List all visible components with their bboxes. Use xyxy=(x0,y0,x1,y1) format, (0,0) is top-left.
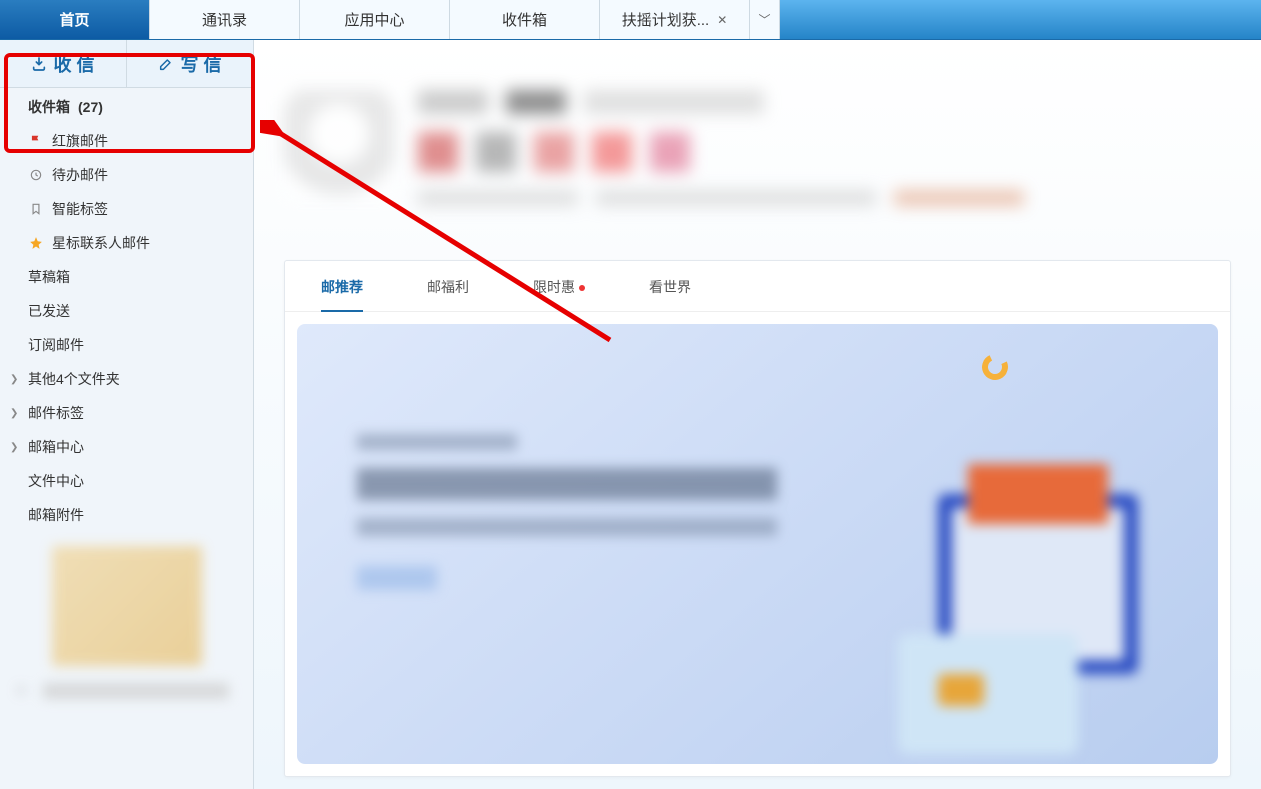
profile-header-blurred xyxy=(284,90,1231,240)
bookmark-icon xyxy=(28,201,44,217)
folder-label: 草稿箱 xyxy=(28,267,70,287)
tab-label: 扶摇计划获... xyxy=(622,9,710,30)
folder-label: 已发送 xyxy=(28,301,70,321)
folder-label: 其他4个文件夹 xyxy=(28,369,120,389)
promo-banner[interactable] xyxy=(297,324,1218,764)
notification-dot-icon xyxy=(579,285,585,291)
folder-label: 智能标签 xyxy=(52,199,108,219)
tab-fuyao[interactable]: 扶摇计划获... ✕ xyxy=(600,0,750,39)
folder-label: 星标联系人邮件 xyxy=(52,233,150,253)
ctab-limited[interactable]: 限时惠 xyxy=(533,277,585,311)
folder-file-center[interactable]: 文件中心 xyxy=(0,464,253,498)
folder-label: 待办邮件 xyxy=(52,165,108,185)
tab-label: 收件箱 xyxy=(502,9,547,30)
tab-label: 通讯录 xyxy=(202,9,247,30)
chevron-right-icon: ❯ xyxy=(10,442,18,453)
star-icon xyxy=(28,235,44,251)
ctab-recommend[interactable]: 邮推荐 xyxy=(321,277,363,311)
folder-label: 订阅邮件 xyxy=(28,335,84,355)
folder-list: 收件箱 (27) 红旗邮件 待办邮件 智能标签 xyxy=(0,88,253,532)
folder-sent[interactable]: 已发送 xyxy=(0,294,253,328)
main-content: 邮推荐 邮福利 限时惠 看世界 xyxy=(254,40,1261,789)
folder-smart-tags[interactable]: 智能标签 xyxy=(0,192,253,226)
ctab-label: 邮福利 xyxy=(427,279,469,295)
compose-label: 写 信 xyxy=(180,51,221,77)
sidebar: 收 信 写 信 收件箱 (27) 红旗邮件 xyxy=(0,40,254,789)
content-tabs: 邮推荐 邮福利 限时惠 看世界 xyxy=(285,261,1230,312)
download-icon xyxy=(31,56,47,72)
ctab-world[interactable]: 看世界 xyxy=(649,277,691,311)
receive-label: 收 信 xyxy=(53,51,94,77)
ctab-label: 限时惠 xyxy=(533,279,575,295)
folder-subscriptions[interactable]: 订阅邮件 xyxy=(0,328,253,362)
tab-contacts[interactable]: 通讯录 xyxy=(150,0,300,39)
tab-label: 应用中心 xyxy=(344,9,404,30)
tabs-more-button[interactable]: ﹀ xyxy=(750,0,780,39)
folder-flagged[interactable]: 红旗邮件 xyxy=(0,124,253,158)
folder-drafts[interactable]: 草稿箱 xyxy=(0,260,253,294)
folder-label: 收件箱 xyxy=(28,97,70,117)
content-card: 邮推荐 邮福利 限时惠 看世界 xyxy=(284,260,1231,777)
receive-mail-button[interactable]: 收 信 xyxy=(0,40,126,87)
folder-label: 红旗邮件 xyxy=(52,131,108,151)
ctab-label: 邮推荐 xyxy=(321,279,363,295)
edit-icon xyxy=(158,56,174,72)
folder-count: (27) xyxy=(78,99,103,115)
tab-inbox[interactable]: 收件箱 xyxy=(450,0,600,39)
folder-other-folders[interactable]: ❯ 其他4个文件夹 xyxy=(0,362,253,396)
folder-star-contacts[interactable]: 星标联系人邮件 xyxy=(0,226,253,260)
tab-home[interactable]: 首页 xyxy=(0,0,150,39)
top-tab-bar: 首页 通讯录 应用中心 收件箱 扶摇计划获... ✕ ﹀ xyxy=(0,0,1261,40)
tab-app-center[interactable]: 应用中心 xyxy=(300,0,450,39)
ctab-label: 看世界 xyxy=(649,279,691,295)
chevron-down-icon: ﹀ xyxy=(758,11,770,28)
ctab-welfare[interactable]: 邮福利 xyxy=(427,277,469,311)
folder-mail-tags[interactable]: ❯ 邮件标签 xyxy=(0,396,253,430)
chevron-right-icon: ❯ xyxy=(10,408,18,419)
compose-mail-button[interactable]: 写 信 xyxy=(126,40,253,87)
folder-todo[interactable]: 待办邮件 xyxy=(0,158,253,192)
close-icon[interactable]: ✕ xyxy=(717,13,727,27)
tab-label: 首页 xyxy=(59,9,89,30)
clock-icon xyxy=(28,167,44,183)
folder-label: 邮箱中心 xyxy=(28,437,84,457)
folder-attachments[interactable]: 邮箱附件 xyxy=(0,498,253,532)
folder-label: 邮箱附件 xyxy=(28,505,84,525)
folder-mail-center[interactable]: ❯ 邮箱中心 xyxy=(0,430,253,464)
sidebar-promo-blurred: ≡ xyxy=(0,546,253,701)
flag-icon xyxy=(28,133,44,149)
chevron-right-icon: ❯ xyxy=(10,374,18,385)
folder-inbox[interactable]: 收件箱 (27) xyxy=(0,90,253,124)
folder-label: 文件中心 xyxy=(28,471,84,491)
folder-label: 邮件标签 xyxy=(28,403,84,423)
